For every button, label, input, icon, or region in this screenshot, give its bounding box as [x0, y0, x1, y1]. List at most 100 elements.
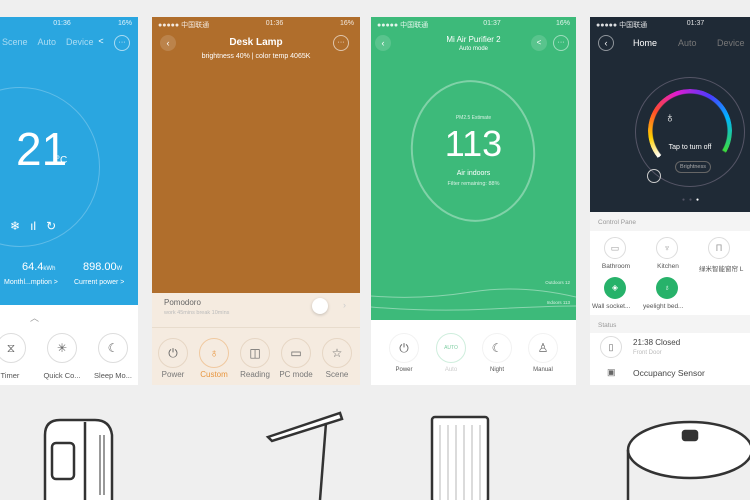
power-icon: ⏻ — [399, 340, 409, 355]
night-light-icon[interactable] — [647, 169, 661, 183]
star-icon: ☆ — [331, 346, 343, 360]
desk-lamp-illustration — [265, 411, 344, 500]
power-link[interactable]: Current power > — [74, 279, 124, 286]
custom-button[interactable]: ♁ — [199, 338, 229, 368]
outdoor-value: Outdoors 12 — [545, 280, 570, 285]
carrier: ●●●●● 中国联通 — [377, 22, 429, 29]
temp-unit: °C — [56, 155, 68, 166]
pomodoro-title: Pomodoro — [164, 298, 201, 307]
gateway-header: ●●●●● 中国联通 01:37 ‹ Home Auto Device ♁ Tap… — [590, 17, 750, 212]
smart-plug-illustration — [43, 418, 114, 500]
night-button[interactable]: ☾ — [482, 333, 512, 363]
purifier-header: ●●●●● 中国联通 01:37 16% ‹ Mi Air Purifier 2 A… — [371, 17, 576, 320]
moon-icon: ☾ — [491, 341, 503, 355]
bathroom-icon[interactable]: ▭ — [604, 237, 626, 259]
sleep-mode-button[interactable]: ☾ — [98, 333, 128, 363]
power-unit: W — [116, 266, 123, 272]
more-icon[interactable]: ··· — [114, 35, 130, 51]
snowflake-icon: ✳ — [56, 341, 68, 355]
status-time: 01:36 — [53, 20, 71, 27]
timer-button[interactable]: ⧖ — [0, 333, 26, 363]
brightness-button[interactable]: Brightness — [675, 161, 711, 173]
status-list: ▯ 21:38 Closed Front Door ▣ Occupancy Se… — [590, 333, 750, 385]
share-icon[interactable]: < — [531, 35, 547, 51]
page-dots[interactable]: ●●● — [682, 197, 703, 203]
power-button[interactable]: ⏻ — [158, 338, 188, 368]
status-event[interactable]: 21:38 Closed — [633, 338, 680, 347]
control-pane-heading: Control Pane — [598, 219, 636, 226]
tab-home[interactable]: Home — [633, 38, 657, 48]
kitchen-icon[interactable]: ♆ — [656, 237, 678, 259]
status-time: 01:37 — [686, 20, 705, 27]
lamp-title: Desk Lamp — [229, 37, 283, 48]
wall-socket-icon[interactable]: ◈ — [604, 277, 626, 299]
control-pane: ▭ ♆ Π Bathroom Kitchen 绿米智能窗帘 L ◈ ♁ Wall… — [590, 231, 750, 315]
lamp-icon[interactable]: ♁ — [656, 277, 678, 299]
bathroom-label[interactable]: Bathroom — [595, 263, 637, 270]
curtain-label[interactable]: 绿米智能窗帘 L — [699, 263, 750, 273]
snowflake-icon: ❄ — [10, 219, 21, 233]
scene-label: Scene — [325, 370, 349, 379]
power-icon: ⏻ — [168, 345, 178, 360]
kitchen-label[interactable]: Kitchen — [647, 263, 689, 270]
divider — [152, 327, 360, 328]
temperature: 21 — [16, 123, 68, 175]
sensor-icon: ▣ — [607, 367, 616, 377]
door-icon: ▯ — [600, 336, 622, 358]
yeelight-label[interactable]: yeelight bed... — [643, 303, 683, 310]
status-time: 01:36 — [265, 20, 284, 27]
more-icon[interactable]: ··· — [553, 35, 569, 51]
pm-label: PM2.5 Estimate — [455, 115, 492, 121]
battery: 16% — [339, 20, 354, 27]
scene-button[interactable]: ☆ — [322, 338, 352, 368]
purifier-phone: ●●●●● 中国联通 01:37 16% ‹ Mi Air Purifier 2 A… — [371, 17, 576, 385]
expand-chevron-icon[interactable]: ︿ — [30, 311, 39, 324]
energy-link[interactable]: Monthl...mption > — [4, 279, 58, 286]
status-time: 01:37 — [483, 20, 501, 27]
wall-socket-label[interactable]: Wall socket... — [592, 303, 630, 310]
power-value: 898.00 — [83, 261, 117, 273]
auto-badge: AUTO — [444, 345, 458, 351]
swing-icon: ↻ — [46, 219, 57, 233]
lamp-header[interactable]: ●●●●● 中国联通 01:36 16% ‹ Desk Lamp brightnes… — [152, 17, 360, 293]
back-icon[interactable]: ‹ — [598, 35, 614, 51]
manual-button[interactable]: ♙ — [528, 333, 558, 363]
carrier: ●●●●● 中国联通 — [158, 22, 210, 29]
air-label: Air indoors — [456, 170, 491, 177]
manual-label: Manual — [533, 367, 553, 373]
book-icon: ◫ — [249, 346, 261, 360]
air-purifier-illustration — [430, 415, 490, 500]
curtain-icon[interactable]: Π — [708, 237, 730, 259]
occupancy-sensor[interactable]: Occupancy Sensor — [633, 368, 705, 378]
ac-phone: 01:36 16% Scene Auto Device < ··· 21 °C ❄… — [0, 17, 138, 385]
aqi-value: 113 — [444, 123, 503, 164]
chevron-right-icon[interactable]: › — [343, 300, 346, 310]
user-icon: ♙ — [537, 341, 549, 355]
bulb-icon[interactable]: ♁ — [590, 109, 750, 125]
energy-value: 64.4 — [22, 261, 44, 273]
tab-auto[interactable]: Auto — [678, 38, 697, 48]
tab-device[interactable]: Device — [717, 38, 745, 48]
device-illustrations — [43, 411, 750, 500]
indoor-value: Indoors 113 — [546, 300, 570, 305]
status-device: Front Door — [633, 350, 662, 356]
reading-button[interactable]: ◫ — [240, 338, 270, 368]
share-icon[interactable]: < — [94, 36, 108, 50]
gateway-phone: ●●●●● 中国联通 01:37 ‹ Home Auto Device ♁ Tap… — [590, 17, 750, 385]
quick-cool-button[interactable]: ✳ — [47, 333, 77, 363]
more-icon[interactable]: ··· — [333, 35, 349, 51]
tab-device[interactable]: Device — [66, 37, 94, 47]
lamp-phone: ●●●●● 中国联通 01:36 16% ‹ Desk Lamp brightnes… — [152, 17, 360, 385]
tab-scene[interactable]: Scene — [2, 37, 28, 47]
hourglass-icon: ⧖ — [6, 340, 16, 355]
power-button[interactable]: ⏻ — [389, 333, 419, 363]
pomodoro-toggle[interactable] — [312, 298, 328, 314]
tap-to-turn-off[interactable]: Tap to turn off — [630, 144, 750, 151]
auto-button[interactable]: AUTO — [436, 333, 466, 363]
pomodoro-sub: work 45mins break 10mins — [164, 310, 230, 316]
laptop-icon: ▭ — [290, 346, 302, 360]
bulb-icon: ♁ — [209, 346, 219, 360]
pc-mode-button[interactable]: ▭ — [281, 338, 311, 368]
tab-auto[interactable]: Auto — [38, 37, 57, 47]
aqi-trend-lines — [371, 288, 576, 311]
